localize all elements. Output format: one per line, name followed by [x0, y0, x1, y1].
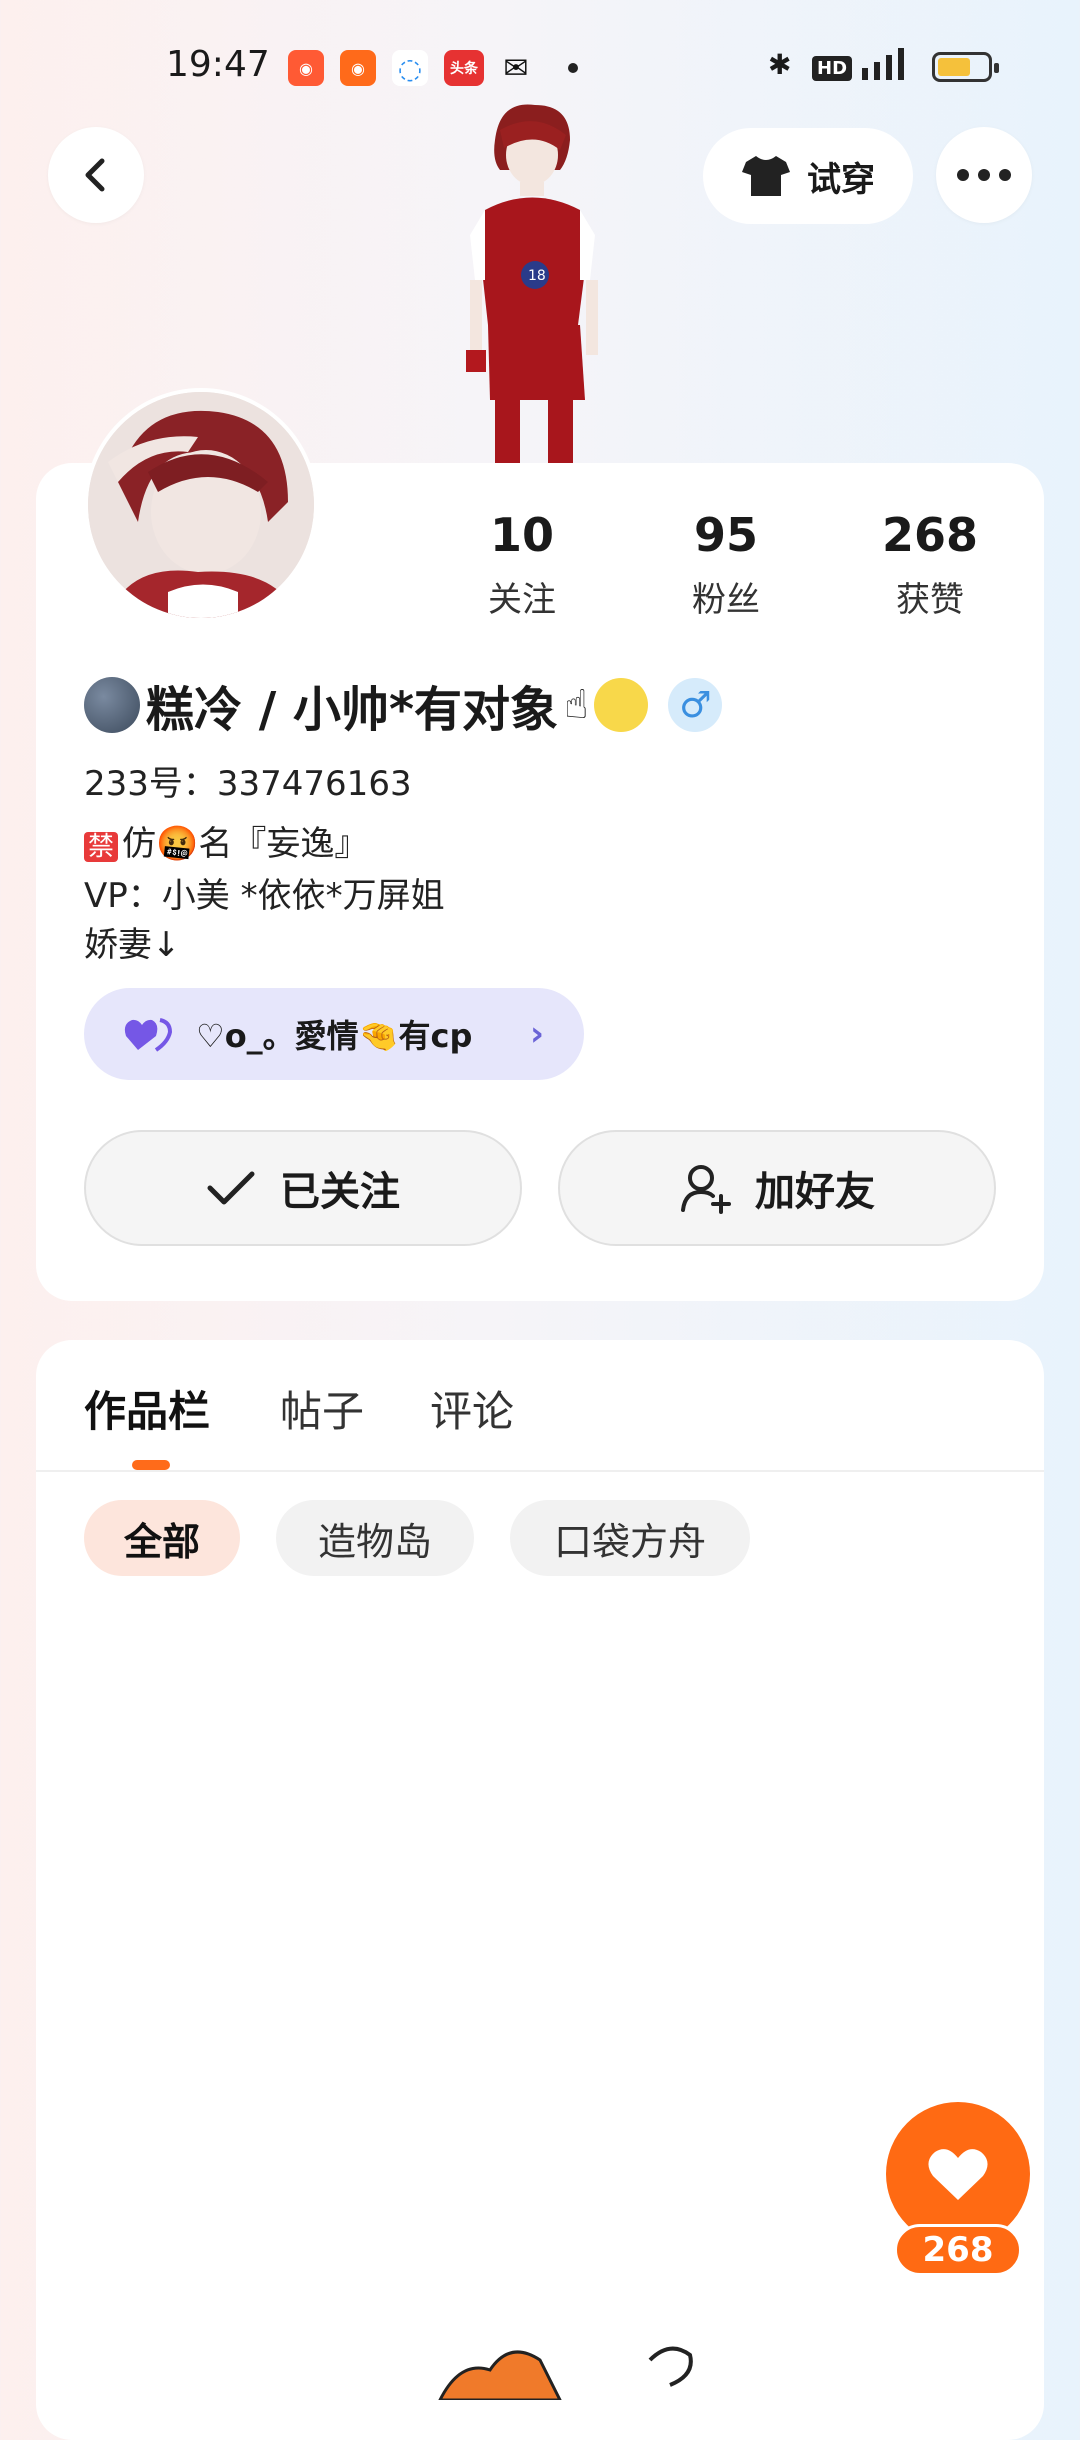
filter-chip-pocket-ark[interactable]: 口袋方舟	[510, 1500, 750, 1576]
bio-line-2: VP：小美 *依依*万屏姐	[84, 876, 445, 916]
stat-value: 268	[881, 508, 979, 562]
avatar[interactable]	[84, 388, 318, 622]
wechat-icon: ✉	[503, 50, 529, 86]
stat-value: 10	[489, 508, 554, 562]
ban-badge: 禁	[84, 832, 119, 862]
bio: 禁仿🤬名『妄逸』 VP：小美 *依依*万屏姐 娇妻↓	[84, 820, 445, 970]
stat-label: 获赞	[896, 580, 964, 620]
bluetooth-icon: ✱	[768, 48, 792, 81]
tshirt-icon	[742, 156, 790, 196]
tab-posts[interactable]: 帖子	[280, 1378, 364, 1439]
filter-chip-all[interactable]: 全部	[84, 1500, 240, 1576]
add-friend-label: 加好友	[755, 1169, 875, 1215]
cp-relation-pill[interactable]: ♡o_。愛情🤏有cp ›	[84, 988, 584, 1080]
try-on-label: 试穿	[807, 159, 875, 200]
user-id[interactable]: 233号：337476163	[84, 756, 412, 805]
empty-state-illustration	[438, 2346, 693, 2400]
bio-line-3: 娇妻↓	[84, 925, 181, 965]
toutiao-icon: 头条	[444, 50, 484, 86]
nickname: 糕冷 / 小帅*有对象	[146, 682, 559, 738]
stat-value: 95	[693, 508, 758, 562]
notification-dot	[568, 63, 578, 73]
hd-icon: HD	[812, 56, 853, 81]
signal-icon	[858, 46, 918, 89]
like-count: 268	[894, 2224, 1022, 2276]
new-moon-emoji-icon	[84, 677, 140, 733]
svg-text:18: 18	[528, 268, 546, 284]
divider	[36, 1470, 1044, 1472]
chevron-right-icon: ›	[529, 1014, 544, 1054]
tab-works[interactable]: 作品栏	[84, 1378, 210, 1439]
avatar-image	[88, 392, 314, 618]
stat-label: 粉丝	[692, 580, 760, 620]
back-button[interactable]	[48, 127, 144, 223]
status-time: 19:47	[166, 44, 270, 85]
stat-following[interactable]: 10 关注	[442, 508, 602, 621]
add-user-icon	[681, 1165, 731, 1214]
browser-icon: ◌	[392, 50, 428, 86]
follow-label: 已关注	[280, 1169, 400, 1215]
battery-icon	[932, 52, 999, 82]
male-gender-icon: ♂	[668, 678, 723, 732]
back-arrow-icon	[85, 158, 105, 192]
more-button[interactable]	[936, 127, 1032, 223]
add-friend-button[interactable]: 加好友	[558, 1130, 996, 1246]
stat-fans[interactable]: 95 粉丝	[646, 508, 806, 621]
kuaishou-icon: ◉	[288, 50, 324, 86]
tab-indicator	[132, 1460, 170, 1470]
full-moon-face-emoji-icon	[594, 678, 649, 732]
follow-button[interactable]: 已关注	[84, 1130, 522, 1246]
kuaishou-icon: ◉	[340, 50, 376, 86]
more-icon	[957, 169, 1011, 181]
character-figure: 18	[466, 104, 598, 465]
tab-comments[interactable]: 评论	[430, 1378, 514, 1439]
cp-text: ♡o_。愛情🤏有cp	[196, 1017, 473, 1055]
bio-line-1: 仿🤬名『妄逸』	[122, 824, 369, 864]
stat-label: 关注	[488, 580, 556, 620]
double-heart-icon	[124, 1018, 173, 1052]
filter-chip-creation-island[interactable]: 造物岛	[276, 1500, 474, 1576]
nickname-row: 糕冷 / 小帅*有对象 ☝ ♂	[84, 670, 723, 740]
check-icon	[207, 1171, 255, 1205]
stat-likes[interactable]: 268 获赞	[850, 508, 1010, 621]
pointing-up-emoji-icon: ☝	[564, 682, 589, 728]
try-on-button[interactable]: 试穿	[703, 128, 913, 224]
heart-icon	[928, 2149, 988, 2200]
